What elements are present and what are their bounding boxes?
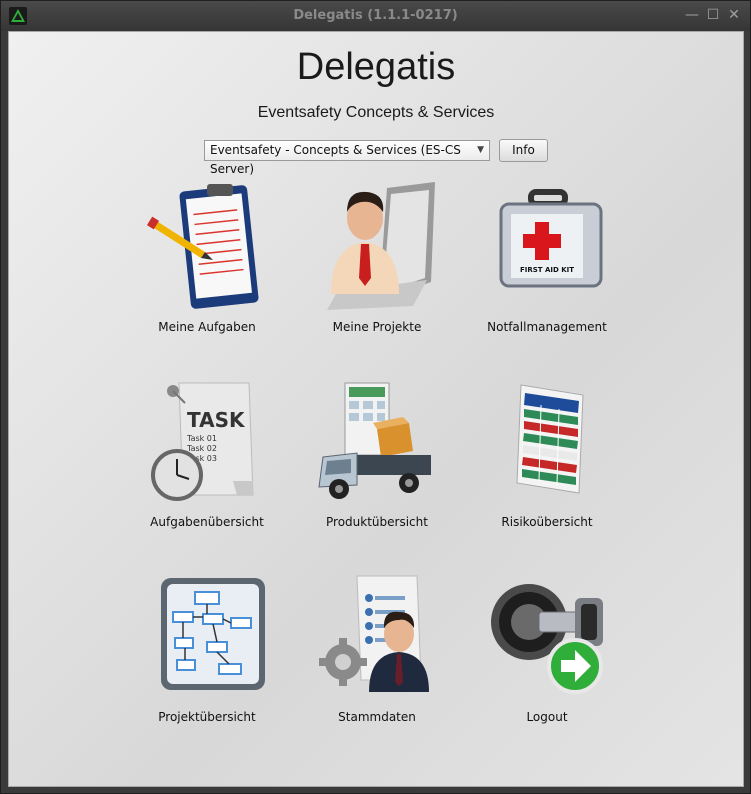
master-data-icon (319, 575, 429, 692)
app-title: Delegatis (296, 46, 456, 88)
tile-label: Stammdaten (338, 710, 416, 724)
main-panel: Delegatis Eventsafety Concepts & Service… (8, 31, 744, 787)
tile-label: Logout (526, 710, 568, 724)
task-line-2: Task 02 (186, 444, 217, 453)
application-window: Delegatis (1.1.1-0217) — ☐ ✕ Delegatis E… (0, 0, 751, 794)
first-aid-kit-icon: FIRST AID KIT (499, 189, 603, 288)
tile-label: Aufgabenübersicht (150, 515, 264, 529)
app-subtitle: Eventsafety Concepts & Services (257, 104, 495, 121)
tile-meine-aufgaben[interactable]: Meine Aufgaben (122, 182, 292, 342)
chevron-down-icon: ▼ (477, 145, 484, 155)
tile-produktuebersicht[interactable]: Produktübersicht (292, 377, 462, 537)
tile-notfallmanagement[interactable]: FIRST AID KIT Notfallmanagement (462, 182, 632, 342)
tile-meine-projekte[interactable]: Meine Projekte (292, 182, 462, 342)
tile-label: Notfallmanagement (487, 320, 607, 334)
task-clock-icon: TASK Task 01 Task 02 Task 03 (151, 382, 254, 501)
tile-projektuebersicht[interactable]: Projektübersicht (122, 572, 292, 732)
close-button[interactable]: ✕ (726, 7, 742, 23)
businessman-icon (327, 182, 435, 310)
spreadsheet-icon (516, 384, 584, 494)
tile-logout[interactable]: Logout (462, 572, 632, 732)
minimize-button[interactable]: — (684, 7, 700, 23)
tile-label: Meine Projekte (332, 320, 422, 334)
server-select-value: Eventsafety - Concepts & Services (ES-CS… (210, 143, 461, 176)
clipboard-icon (147, 184, 259, 309)
delivery-truck-icon (318, 382, 431, 499)
flowchart-icon (161, 578, 265, 690)
tile-label: Meine Aufgaben (158, 320, 256, 334)
task-title: TASK (187, 408, 246, 432)
tile-label: Produktübersicht (326, 515, 428, 529)
tile-label: Projektübersicht (158, 710, 256, 724)
task-line-1: Task 01 (186, 434, 217, 443)
tile-aufgabenuebersicht[interactable]: TASK Task 01 Task 02 Task 03 Aufgabenübe… (122, 377, 292, 537)
tile-risikouebersicht[interactable]: Risikoübersicht (462, 377, 632, 537)
info-button[interactable]: Info (499, 139, 548, 162)
first-aid-label: FIRST AID KIT (520, 266, 574, 274)
maximize-button[interactable]: ☐ (705, 7, 721, 23)
key-logout-icon (491, 584, 603, 694)
window-title: Delegatis (1.1.1-0217) (293, 8, 458, 23)
title-bar[interactable]: Delegatis (1.1.1-0217) — ☐ ✕ (1, 1, 750, 31)
server-select[interactable]: Eventsafety - Concepts & Services (ES-CS… (204, 140, 490, 176)
tile-stammdaten[interactable]: Stammdaten (292, 572, 462, 732)
tile-label: Risikoübersicht (501, 515, 593, 529)
